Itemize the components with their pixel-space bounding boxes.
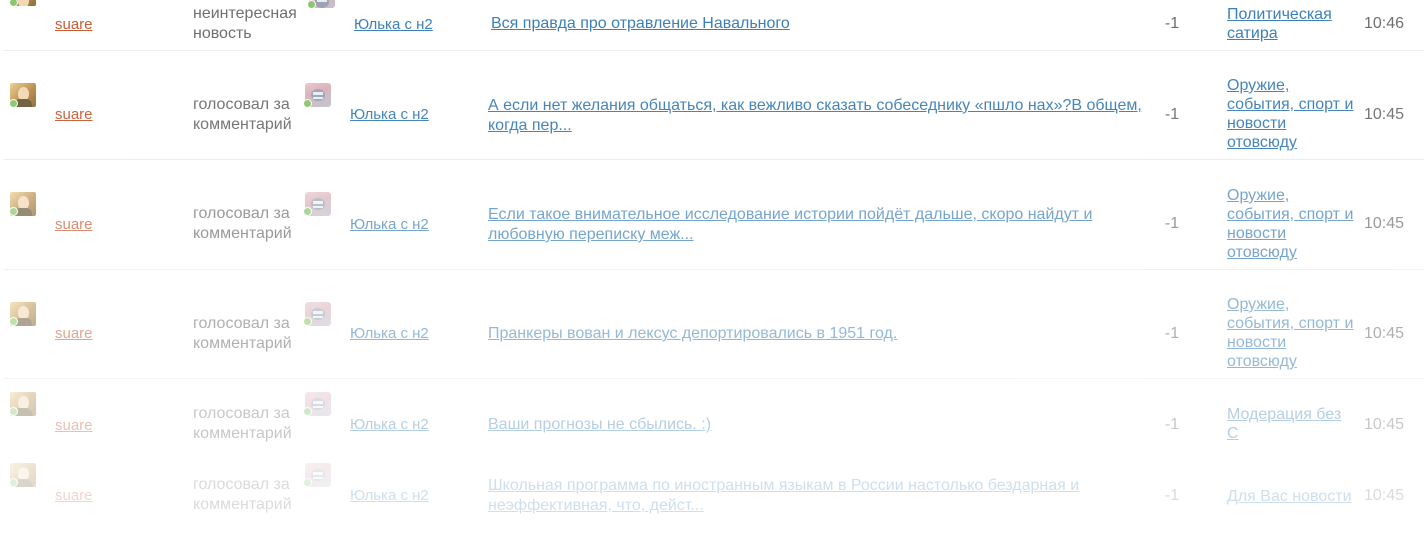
- category-link[interactable]: Оружие, события, спорт и новости отовсюд…: [1227, 186, 1357, 262]
- feed-row: suare неинтересная новость Юлька с н2 Вс…: [4, 0, 1424, 51]
- target-user-link[interactable]: Юлька с н2: [350, 487, 429, 504]
- score-value: -1: [1164, 487, 1180, 504]
- category-link[interactable]: Политическая сатира: [1227, 5, 1357, 43]
- score-value: -1: [1164, 215, 1180, 232]
- activity-feed: suare неинтересная новость Юлька с н2 Вс…: [0, 0, 1428, 538]
- action-text: голосовал за комментарий: [193, 315, 292, 352]
- time-stamp: 10:45: [1364, 487, 1405, 504]
- news-title-link[interactable]: Ваши прогнозы не сбылись. :): [488, 415, 1154, 435]
- category-link[interactable]: Для Вас новости: [1227, 487, 1367, 506]
- action-text: неинтересная новость: [193, 5, 297, 42]
- user-link[interactable]: suare: [55, 417, 93, 434]
- target-user-link[interactable]: Юлька с н2: [350, 106, 429, 123]
- score-value: -1: [1164, 106, 1180, 123]
- action-text: голосовал за комментарий: [193, 96, 292, 133]
- action-text: голосовал за комментарий: [193, 205, 292, 242]
- target-user-link[interactable]: Юлька с н2: [350, 416, 429, 433]
- target-user-link[interactable]: Юлька с н2: [350, 325, 429, 342]
- user-link[interactable]: suare: [55, 487, 93, 504]
- score-value: -1: [1164, 325, 1180, 342]
- news-title-link[interactable]: Если такое внимательное исследование ист…: [488, 205, 1154, 245]
- online-dot-icon: [303, 99, 312, 108]
- online-dot-icon: [9, 317, 18, 326]
- online-dot-icon: [303, 207, 312, 216]
- time-stamp: 10:45: [1364, 106, 1405, 123]
- news-title-link[interactable]: Вся правда про отравление Навального: [491, 14, 1151, 34]
- category-link[interactable]: Модерация без С: [1227, 405, 1357, 443]
- category-link[interactable]: Оружие, события, спорт и новости отовсюд…: [1227, 76, 1357, 152]
- news-title-link[interactable]: Школьная программа по иностранным языкам…: [488, 476, 1154, 516]
- target-user-link[interactable]: Юлька с н2: [350, 216, 429, 233]
- online-dot-icon: [9, 99, 18, 108]
- news-title-link[interactable]: Пранкеры вован и лексус депортировались …: [488, 324, 1154, 344]
- news-title-link[interactable]: А если нет желания общаться, как вежливо…: [488, 96, 1154, 136]
- feed-row: suare голосовал за комментарий Юлька с н…: [4, 270, 1424, 379]
- online-dot-icon: [303, 407, 312, 416]
- online-dot-icon: [9, 407, 18, 416]
- action-text: голосовал за комментарий: [193, 405, 292, 442]
- user-link[interactable]: suare: [55, 16, 93, 33]
- time-stamp: 10:45: [1364, 416, 1405, 433]
- feed-row: suare голосовал за комментарий Юлька с н…: [4, 450, 1424, 530]
- feed-row: suare голосовал за комментарий Юлька с н…: [4, 51, 1424, 160]
- time-stamp: 10:46: [1364, 15, 1405, 32]
- online-dot-icon: [9, 478, 18, 487]
- online-dot-icon: [303, 478, 312, 487]
- online-dot-icon: [303, 317, 312, 326]
- time-stamp: 10:45: [1364, 215, 1405, 232]
- score-value: -1: [1164, 15, 1180, 32]
- user-link[interactable]: suare: [55, 106, 93, 123]
- score-value: -1: [1164, 416, 1180, 433]
- target-user-link[interactable]: Юлька с н2: [354, 16, 433, 33]
- feed-row: suare голосовал за комментарий Юлька с н…: [4, 379, 1424, 449]
- online-dot-icon: [307, 0, 316, 9]
- action-text: голосовал за комментарий: [193, 476, 292, 513]
- category-link[interactable]: Оружие, события, спорт и новости отовсюд…: [1227, 295, 1357, 371]
- user-link[interactable]: suare: [55, 325, 93, 342]
- user-link[interactable]: suare: [55, 216, 93, 233]
- feed-row: suare голосовал за комментарий Юлька с н…: [4, 160, 1424, 270]
- online-dot-icon: [9, 207, 18, 216]
- time-stamp: 10:45: [1364, 325, 1405, 342]
